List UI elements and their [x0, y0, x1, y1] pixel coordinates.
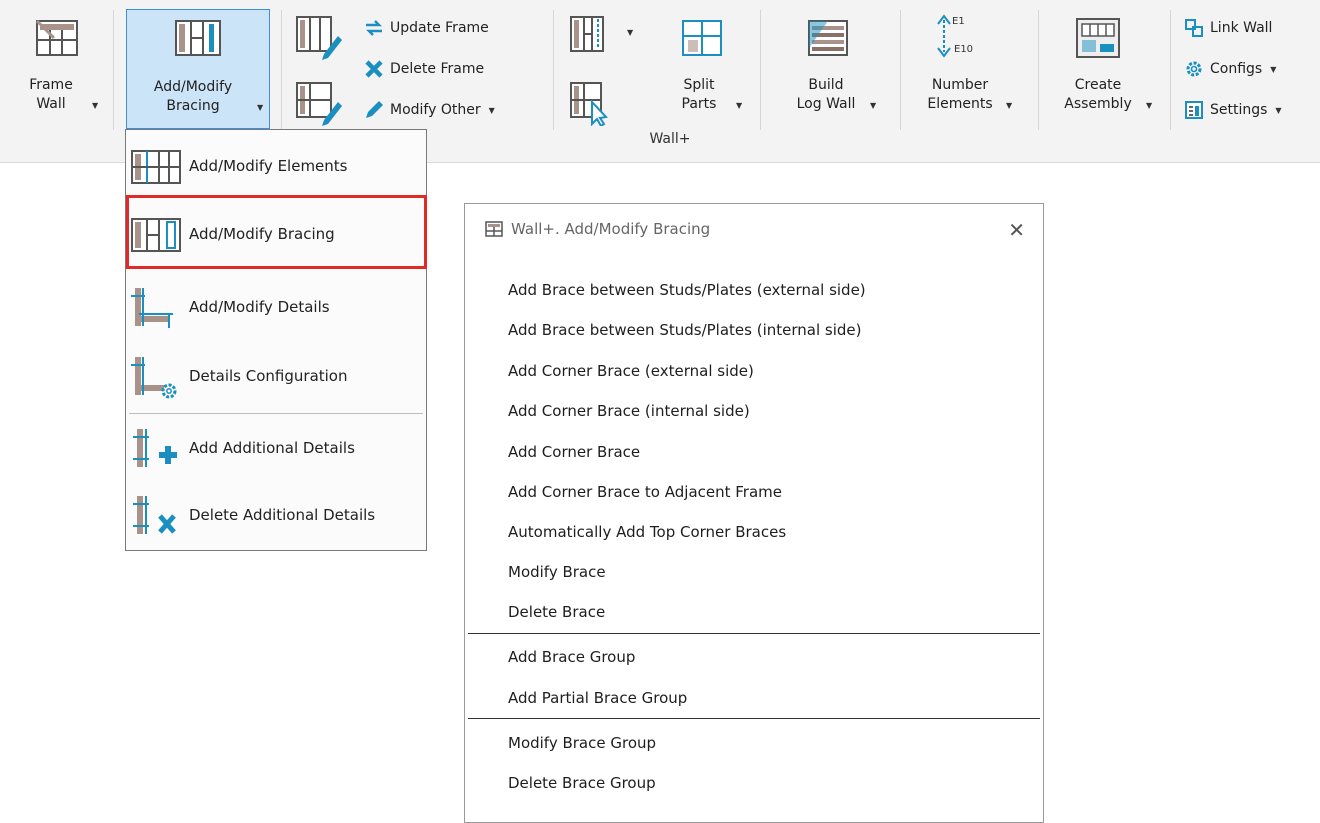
log-wall-icon — [808, 20, 848, 56]
delete-frame-label: Delete Frame — [390, 61, 485, 77]
chevron-down-icon: ▼ — [1270, 64, 1277, 74]
option-corner-brace[interactable]: Add Corner Brace — [508, 443, 640, 461]
assembly-icon — [1076, 18, 1120, 58]
separator — [760, 10, 761, 130]
option-brace-studs-external[interactable]: Add Brace between Studs/Plates (external… — [508, 281, 866, 299]
option-auto-top-corner-braces[interactable]: Automatically Add Top Corner Braces — [508, 523, 786, 541]
pencil-icon — [364, 100, 384, 120]
details-config-icon — [131, 357, 177, 399]
frame-variant-icon[interactable] — [568, 14, 608, 54]
add-details-icon — [133, 429, 177, 467]
menu-item-delete-additional-details[interactable]: Delete Additional Details — [129, 485, 423, 545]
chevron-down-icon: ▼ — [1275, 105, 1282, 115]
chevron-down-icon: ▼ — [736, 101, 743, 110]
frame-select-icon[interactable] — [568, 80, 608, 126]
option-separator — [468, 718, 1040, 719]
build-log-wall-label: Build Log Wall — [796, 77, 856, 112]
option-delete-brace[interactable]: Delete Brace — [508, 603, 605, 621]
frame-edit-alt-icon[interactable] — [294, 80, 344, 126]
create-assembly-button[interactable]: Create Assembly ▼ — [1048, 12, 1160, 130]
bracing-icon — [175, 20, 221, 56]
menu-item-add-additional-details[interactable]: Add Additional Details — [129, 418, 423, 478]
frame-edit-icon[interactable] — [294, 14, 344, 60]
update-frame-label: Update Frame — [390, 20, 489, 36]
link-wall-button[interactable]: Link Wall — [1184, 16, 1272, 40]
menu-item-add-modify-elements[interactable]: Add/Modify Elements — [129, 136, 423, 196]
settings-label: Settings — [1210, 102, 1268, 118]
option-corner-brace-adjacent[interactable]: Add Corner Brace to Adjacent Frame — [508, 483, 782, 501]
number-icon-top: E1 — [952, 16, 965, 27]
menu-item-add-modify-details[interactable]: Add/Modify Details — [129, 277, 423, 337]
modify-other-label: Modify Other — [390, 102, 481, 118]
number-icon-bottom: E10 — [954, 44, 973, 55]
split-parts-button[interactable]: Split Parts ▼ — [664, 12, 748, 130]
option-add-brace-group[interactable]: Add Brace Group — [508, 648, 635, 666]
chevron-down-icon: ▼ — [870, 101, 877, 110]
chevron-down-icon: ▼ — [488, 105, 495, 115]
close-icon[interactable]: ✕ — [1008, 218, 1025, 242]
option-brace-studs-internal[interactable]: Add Brace between Studs/Plates (internal… — [508, 321, 862, 339]
option-delete-brace-group[interactable]: Delete Brace Group — [508, 774, 656, 792]
delete-frame-button[interactable]: Delete Frame — [364, 57, 484, 81]
wall-plus-icon — [485, 221, 503, 237]
configs-label: Configs — [1210, 61, 1263, 77]
number-elements-label: Number Elements — [927, 77, 993, 112]
option-add-partial-brace-group[interactable]: Add Partial Brace Group — [508, 689, 687, 707]
bracing-dropdown-menu: Add/Modify Elements Add/Modify Bracing A… — [125, 129, 427, 551]
menu-separator — [129, 413, 423, 414]
option-modify-brace[interactable]: Modify Brace — [508, 563, 606, 581]
modify-other-button[interactable]: Modify Other ▼ — [364, 98, 495, 122]
dialog-title-bar: Wall+. Add/Modify Bracing — [485, 220, 710, 238]
chevron-down-icon: ▼ — [257, 103, 264, 112]
delete-icon — [364, 59, 384, 79]
update-frame-button[interactable]: Update Frame — [364, 16, 489, 40]
number-elements-button[interactable]: E1 E10 Number Elements ▼ — [910, 12, 1030, 130]
split-parts-label: Split Parts — [681, 77, 717, 112]
add-modify-bracing-label: Add/Modify Bracing — [153, 79, 233, 114]
dialog-title: Wall+. Add/Modify Bracing — [511, 220, 711, 238]
chevron-down-icon: ▼ — [92, 101, 99, 110]
separator — [1170, 10, 1171, 130]
option-corner-brace-external[interactable]: Add Corner Brace (external side) — [508, 362, 754, 380]
menu-item-details-configuration[interactable]: Details Configuration — [129, 346, 423, 406]
ribbon-group-label: Wall+ — [649, 131, 691, 147]
split-parts-icon — [682, 20, 722, 56]
chevron-down-icon[interactable]: ▼ — [627, 28, 633, 37]
elements-icon — [131, 150, 181, 184]
separator — [553, 10, 554, 130]
separator — [113, 10, 114, 130]
gear-icon — [1184, 59, 1204, 79]
link-icon — [1184, 18, 1204, 38]
delete-details-icon — [133, 496, 176, 534]
chevron-down-icon: ▼ — [1146, 101, 1153, 110]
separator — [900, 10, 901, 130]
option-modify-brace-group[interactable]: Modify Brace Group — [508, 734, 656, 752]
highlight-box — [126, 195, 427, 269]
configs-button[interactable]: Configs ▼ — [1184, 57, 1276, 81]
separator — [1038, 10, 1039, 130]
build-log-wall-button[interactable]: Build Log Wall ▼ — [776, 12, 886, 130]
menu-item-label: Delete Additional Details — [189, 506, 376, 524]
bracing-dialog: Wall+. Add/Modify Bracing ✕ Add Brace be… — [464, 203, 1044, 823]
menu-item-label: Add Additional Details — [189, 439, 355, 457]
frame-wall-button[interactable]: Frame Wall ▼ — [18, 12, 108, 130]
frame-wall-icon — [35, 19, 78, 56]
settings-button[interactable]: Settings ▼ — [1184, 98, 1282, 122]
create-assembly-label: Create Assembly — [1064, 77, 1132, 112]
frame-wall-label: Frame Wall — [29, 77, 73, 112]
chevron-down-icon: ▼ — [1006, 101, 1013, 110]
menu-item-label: Add/Modify Elements — [189, 157, 348, 175]
option-separator — [468, 633, 1040, 634]
add-modify-bracing-button[interactable]: Add/Modify Bracing ▼ — [126, 9, 270, 129]
settings-list-icon — [1184, 100, 1204, 120]
menu-item-label: Add/Modify Details — [189, 298, 330, 316]
menu-item-label: Details Configuration — [189, 367, 348, 385]
number-elements-icon: E1 E10 — [937, 14, 973, 58]
refresh-icon — [364, 18, 384, 38]
separator — [281, 10, 282, 130]
link-wall-label: Link Wall — [1210, 20, 1273, 36]
option-corner-brace-internal[interactable]: Add Corner Brace (internal side) — [508, 402, 750, 420]
details-icon — [131, 288, 173, 328]
